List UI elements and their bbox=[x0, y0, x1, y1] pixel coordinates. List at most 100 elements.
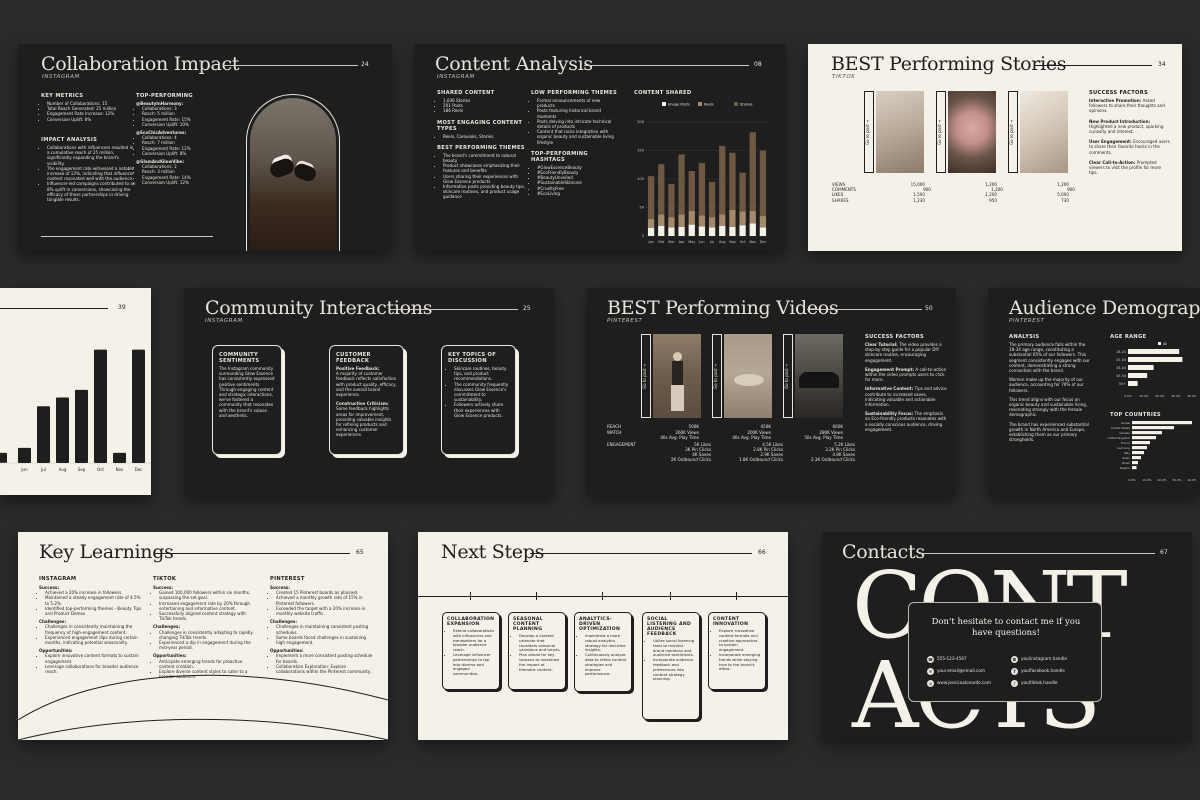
stat-value: 450K bbox=[760, 424, 772, 429]
card-text: A majority of customer feedback reflects… bbox=[336, 371, 397, 398]
timeline-tick bbox=[470, 592, 471, 600]
video-card-2[interactable]: Go to post → bbox=[712, 334, 772, 418]
customer-feedback-card: CUSTOMER FEEDBACK Positive Feedback: A m… bbox=[329, 345, 404, 455]
bar-segment bbox=[688, 210, 695, 225]
bar-segment bbox=[698, 226, 706, 236]
analysis-text: The brand has experienced substantial gr… bbox=[1009, 421, 1089, 443]
bar-segment bbox=[719, 225, 726, 236]
email-contact[interactable]: ✉ your.email@email.com bbox=[927, 665, 991, 677]
bar bbox=[1128, 381, 1138, 386]
bar-segment bbox=[739, 225, 746, 236]
bar-segment bbox=[647, 218, 655, 229]
column-heading: TIKTOK bbox=[153, 576, 177, 582]
stat-value: 500K bbox=[688, 424, 700, 429]
bar-segment bbox=[739, 172, 746, 212]
best-theme-item: Users sharing their experiences with Glo… bbox=[443, 174, 525, 184]
story-card-3[interactable]: Go to post → bbox=[1008, 91, 1068, 173]
slide-community-interactions[interactable]: Community Interactions 25 INSTAGRAM COMM… bbox=[184, 288, 554, 495]
legend-swatch bbox=[1158, 342, 1161, 345]
instagram-contact[interactable]: ◘ you/instagram.handle bbox=[1011, 653, 1067, 665]
learning-item: Some boards faced challenges in sustaini… bbox=[276, 635, 374, 645]
x-tick-label: Oct bbox=[97, 467, 104, 472]
age-range-heading: AGE RANGE bbox=[1110, 334, 1147, 340]
y-tick-label: Canada bbox=[1119, 431, 1130, 435]
video-card-3[interactable]: Go to post → bbox=[783, 334, 843, 418]
x-tick-label: May bbox=[688, 240, 695, 244]
legend-entry: Stories bbox=[734, 102, 753, 107]
facebook-contact[interactable]: f you/facebook.handle bbox=[1011, 665, 1067, 677]
card-heading: KEY TOPICS OF DISCUSSION bbox=[448, 352, 497, 364]
stat-value: 950 bbox=[989, 197, 997, 203]
community-sentiments-card: COMMUNITY SENTIMENTS The Instagram commu… bbox=[212, 345, 282, 455]
step-item: Plan ahead for key seasons to maximize t… bbox=[519, 652, 561, 672]
y-tick-label: 100 bbox=[637, 177, 645, 181]
timeline-tick bbox=[736, 592, 737, 600]
slide-number: 67 bbox=[1160, 549, 1168, 556]
slide-contacts[interactable]: Contacts 67 CONT ACTS Don't hesitate to … bbox=[822, 532, 1192, 740]
y-tick-label: Global bbox=[1121, 421, 1130, 425]
shared-heading: SHARED CONTENT bbox=[437, 90, 495, 96]
step-item: Continuously analyze data to refine cont… bbox=[585, 652, 627, 677]
slide-title: Next Steps bbox=[441, 541, 545, 563]
impact-item: Collaborations with influencers resulted… bbox=[47, 145, 137, 166]
x-tick-label: Dec bbox=[135, 467, 143, 472]
slide-title: BEST Performing Videos bbox=[607, 297, 839, 319]
story-card-1[interactable]: Go to post → bbox=[864, 91, 924, 173]
bar-segment bbox=[759, 150, 767, 217]
low-theme-item: Formal announcements of new products bbox=[537, 98, 617, 108]
website-contact[interactable]: ◎ www.jessicaalonardo.com bbox=[927, 677, 991, 689]
go-to-post-link[interactable]: Go to post → bbox=[936, 91, 946, 173]
bar bbox=[18, 447, 31, 463]
bar-segment bbox=[668, 217, 675, 228]
x-tick-label: 20.0% bbox=[1155, 394, 1165, 398]
slide-bar-chart-partial[interactable]: 39 Jun Jul Aug Sep Oct Nov Dec bbox=[0, 288, 151, 495]
go-to-post-link[interactable]: Go to post → bbox=[864, 91, 874, 173]
step-item: Develop a content calendar that consider… bbox=[519, 633, 561, 653]
bar bbox=[113, 452, 126, 463]
title-divider bbox=[584, 65, 749, 66]
low-theme-item: Posts delving into intricate technical d… bbox=[537, 119, 617, 129]
go-to-post-link[interactable]: Go to post → bbox=[712, 334, 722, 418]
go-to-post-link[interactable]: Go to post → bbox=[783, 334, 793, 418]
next-step-card: SOCIAL LISTENING AND AUDIENCE FEEDBACKUt… bbox=[642, 612, 700, 720]
bar-segment bbox=[658, 214, 665, 226]
video-card-1[interactable]: Go to post → bbox=[641, 334, 701, 418]
stat-label: REACH bbox=[607, 424, 622, 429]
card-text: Some feedback highlights areas for impro… bbox=[336, 406, 392, 438]
monthly-bar-chart: Jun Jul Aug Sep Oct Nov Dec bbox=[0, 349, 151, 472]
bar bbox=[1132, 441, 1150, 445]
x-tick-label: 30.0% bbox=[1171, 394, 1181, 398]
go-to-post-link[interactable]: Go to post → bbox=[1008, 91, 1018, 173]
slide-best-videos[interactable]: BEST Performing Videos 50 PINTEREST Go t… bbox=[587, 288, 956, 495]
bar bbox=[1132, 421, 1192, 425]
stat-value: 4.5K Likes 2.8K Pin Clicks 2.9K Saves 1.… bbox=[739, 441, 783, 463]
slide-collaboration-impact[interactable]: Collaboration Impact 24 INSTAGRAM KEY ME… bbox=[18, 44, 392, 251]
bar-segment bbox=[688, 224, 695, 236]
slide-title: Content Analysis bbox=[435, 53, 593, 75]
slide-next-steps[interactable]: Next Steps 66 COLLABORATION EXPANSIONExt… bbox=[418, 532, 788, 740]
card-heading: CONTENT INNOVATION bbox=[713, 617, 749, 627]
y-tick-label: 25-34 bbox=[1116, 358, 1126, 362]
card-heading: ANALYTICS-DRIVEN OPTIMIZATION bbox=[579, 617, 621, 632]
bar bbox=[1132, 446, 1147, 450]
impact-item: Influencer-led campaigns contributed to … bbox=[47, 181, 137, 202]
bar bbox=[1132, 466, 1137, 470]
story-card-2[interactable]: Go to post → bbox=[936, 91, 996, 173]
tiktok-contact[interactable]: ♪ you/tiktok.handle bbox=[1011, 677, 1067, 689]
slide-key-learnings[interactable]: Key Learnings 65 INSTAGRAMSuccess:Achiev… bbox=[18, 532, 388, 740]
phone-contact[interactable]: ☎ 555-123-4567 bbox=[927, 653, 991, 665]
y-tick-label: Germany bbox=[1117, 446, 1130, 450]
success-heading: SUCCESS FACTORS bbox=[1089, 90, 1149, 96]
slide-subtitle: TIKTOK bbox=[832, 74, 856, 80]
x-tick-label: Aug bbox=[719, 240, 726, 244]
slide-audience-demographic[interactable]: Audience Demographic PINTEREST ANALYSIS … bbox=[988, 288, 1200, 495]
slide-content-analysis[interactable]: Content Analysis 08 INSTAGRAM SHARED CON… bbox=[414, 44, 786, 251]
step-item: Implement a more robust analytics strate… bbox=[585, 633, 627, 653]
bar-segment bbox=[708, 181, 716, 218]
slide-number: 08 bbox=[754, 61, 762, 68]
bar-segment bbox=[698, 163, 706, 216]
slide-best-stories[interactable]: BEST Performing Stories 34 TIKTOK Go to … bbox=[808, 44, 1182, 251]
x-tick-label: 20.0% bbox=[1157, 478, 1167, 482]
go-to-post-link[interactable]: Go to post → bbox=[641, 334, 651, 418]
decorative-curves bbox=[18, 674, 388, 740]
